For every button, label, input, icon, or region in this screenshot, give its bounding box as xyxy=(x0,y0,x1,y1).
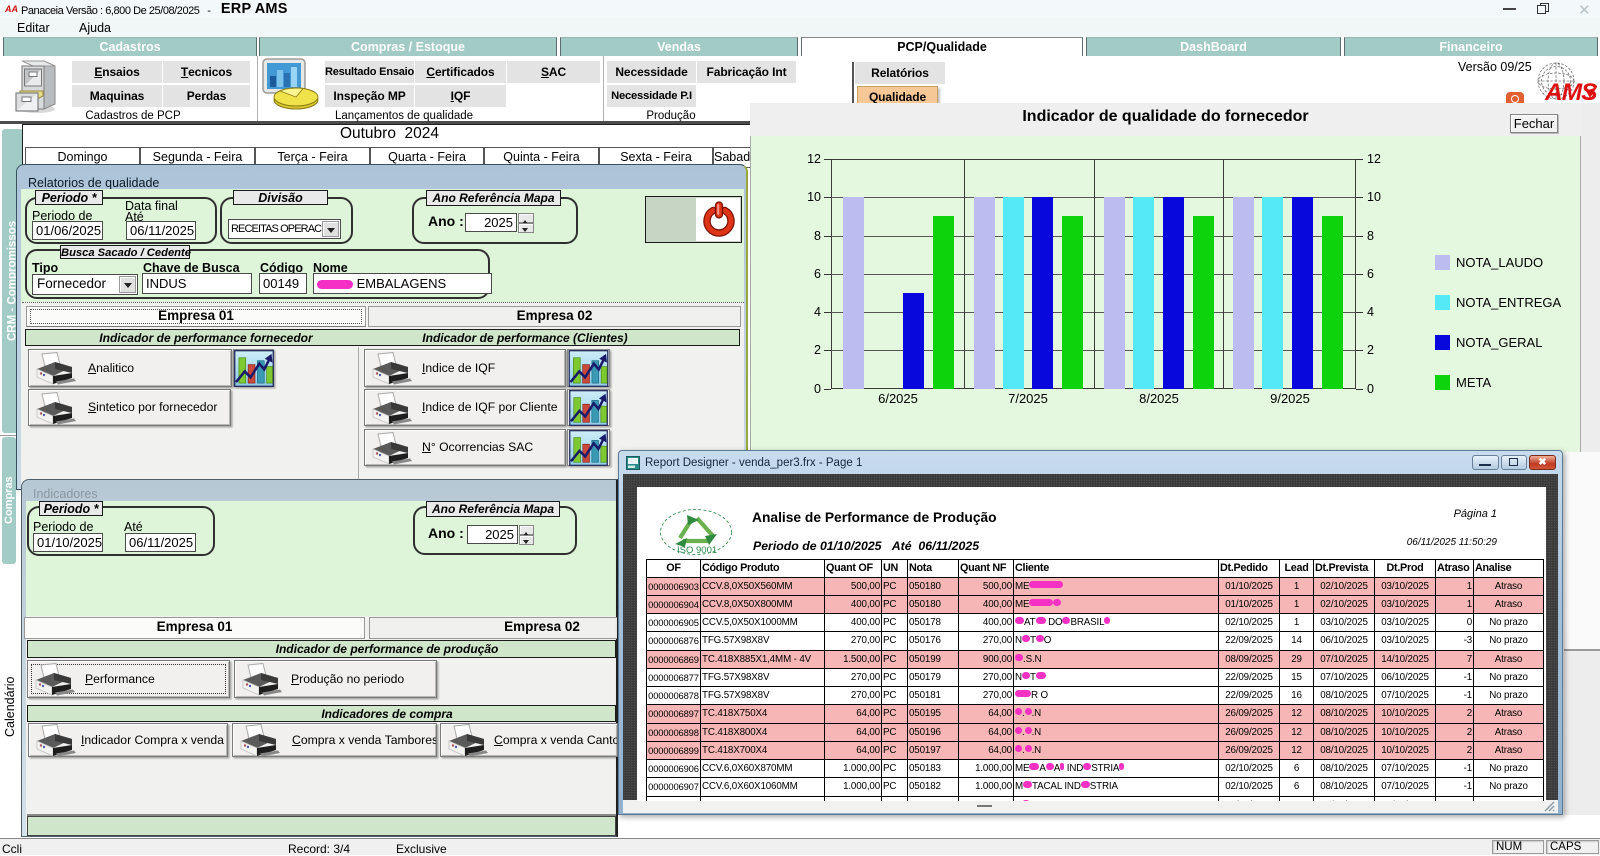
svg-text:AA: AA xyxy=(5,4,18,14)
